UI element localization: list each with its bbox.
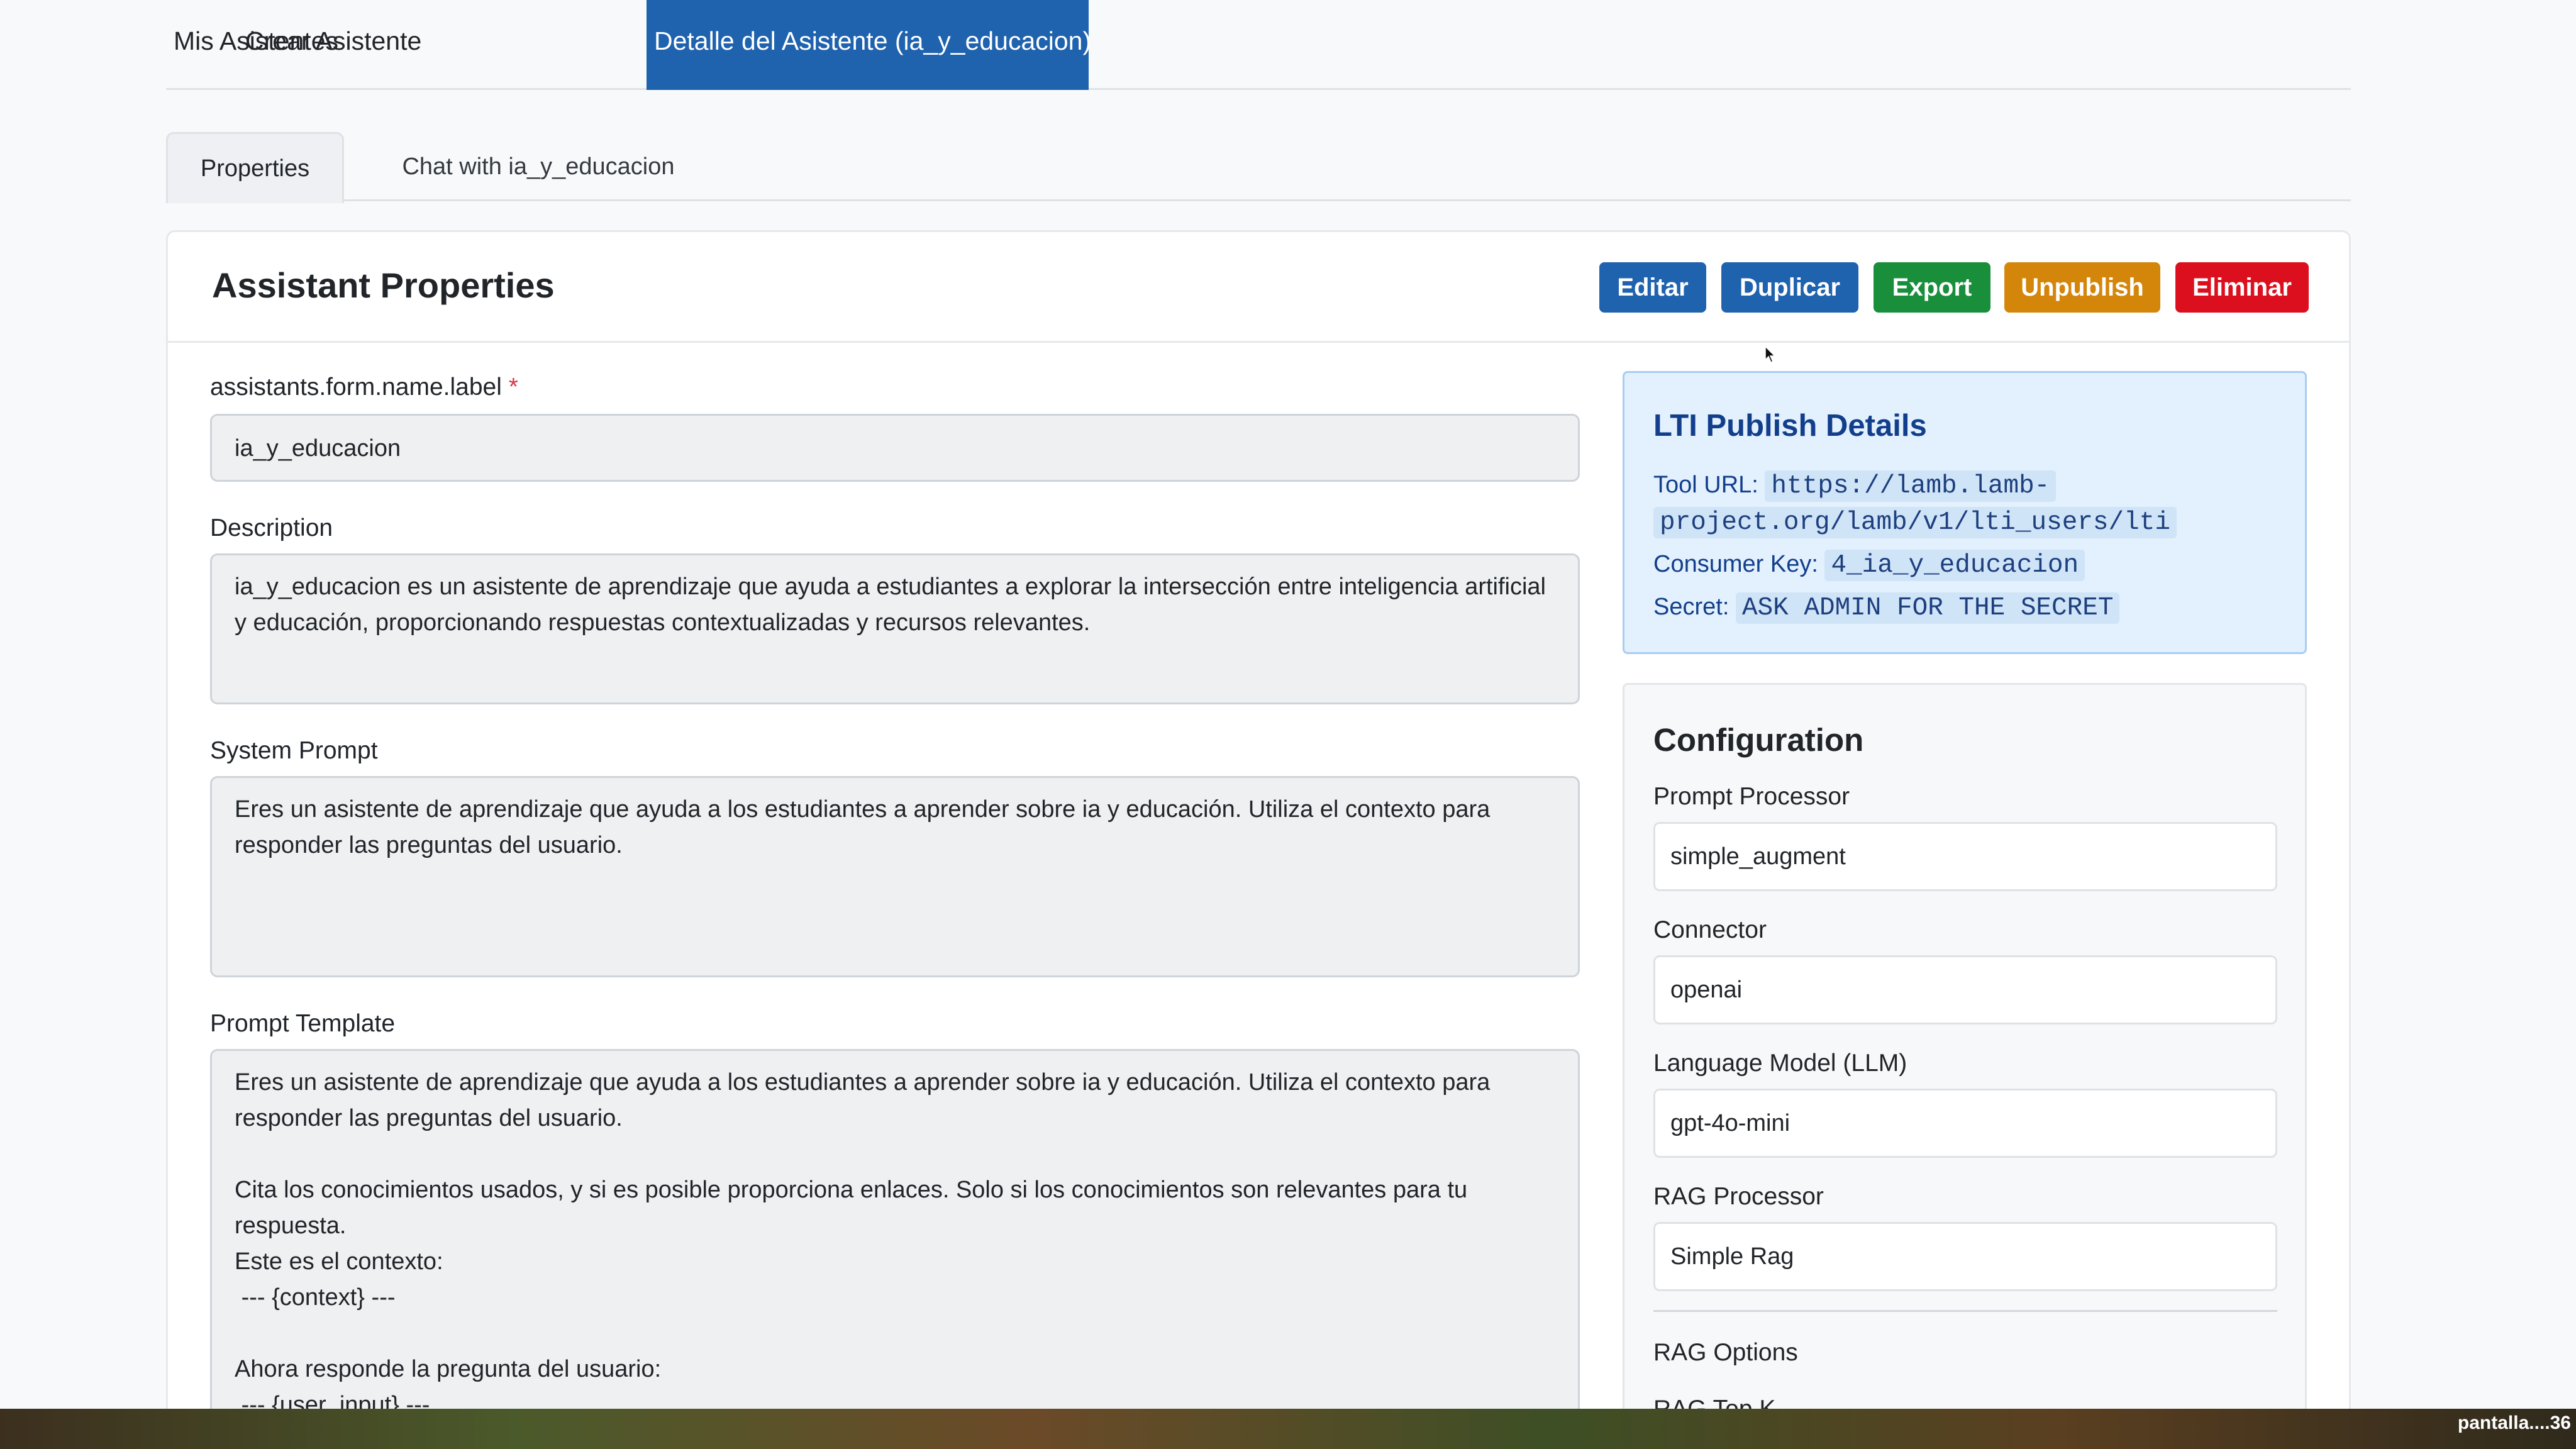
card-title: Assistant Properties <box>212 265 555 305</box>
config-divider <box>1653 1310 2277 1312</box>
system-prompt-label: System Prompt <box>210 737 378 764</box>
export-button[interactable]: Export <box>1874 262 1990 313</box>
delete-button[interactable]: Eliminar <box>2175 262 2309 313</box>
secret-row: Secret: ASK ADMIN FOR THE SECRET <box>1653 589 2120 626</box>
mouse-cursor-icon <box>1765 346 1776 363</box>
consumer-key-label: Consumer Key: <box>1653 551 1818 577</box>
configuration-panel: Configuration Prompt Processor simple_au… <box>1623 683 2307 1409</box>
rag-top-k-label: RAG Top K <box>1653 1396 1775 1409</box>
rag-options-label: RAG Options <box>1653 1339 1798 1366</box>
system-prompt-textarea[interactable]: Eres un asistente de aprendizaje que ayu… <box>210 776 1580 977</box>
screenshot-filename-label: pantalla....36 <box>2457 1413 2571 1433</box>
unpublish-button[interactable]: Unpublish <box>2004 262 2160 313</box>
secret-label: Secret: <box>1653 594 1729 620</box>
duplicate-button[interactable]: Duplicar <box>1721 262 1858 313</box>
tool-url-value-2: project.org/lamb/v1/lti_users/lti <box>1653 507 2177 538</box>
tool-url-row: Tool URL: https://lamb.lamb- <box>1653 467 2057 504</box>
rag-processor-field[interactable]: Simple Rag <box>1653 1222 2277 1291</box>
consumer-key-row: Consumer Key: 4_ia_y_educacion <box>1653 547 2085 583</box>
nav-crear-asistente[interactable]: Crear Asistente <box>238 0 429 90</box>
desktop-background-strip: pantalla....36 <box>0 1409 2576 1449</box>
lti-publish-details: LTI Publish Details Tool URL: https://la… <box>1623 371 2307 654</box>
secret-value: ASK ADMIN FOR THE SECRET <box>1735 592 2120 624</box>
connector-field[interactable]: openai <box>1653 955 2277 1024</box>
connector-label: Connector <box>1653 916 1767 943</box>
tab-chat[interactable]: Chat with ia_y_educacion <box>400 132 677 201</box>
rag-processor-label: RAG Processor <box>1653 1183 1824 1210</box>
lti-title: LTI Publish Details <box>1653 409 1927 443</box>
card-header: Assistant Properties Editar Duplicar Exp… <box>168 232 2349 343</box>
tab-properties[interactable]: Properties <box>166 132 344 203</box>
prompt-processor-field[interactable]: simple_augment <box>1653 822 2277 891</box>
nav-detalle-asistente[interactable]: Detalle del Asistente (ia_y_educacion) <box>647 0 1091 90</box>
prompt-template-label: Prompt Template <box>210 1010 396 1037</box>
prompt-template-textarea[interactable]: Eres un asistente de aprendizaje que ayu… <box>210 1049 1580 1409</box>
tool-url-value-1: https://lamb.lamb- <box>1765 470 2057 502</box>
required-mark: * <box>508 374 518 401</box>
tool-url-label: Tool URL: <box>1653 472 1758 498</box>
prompt-processor-label: Prompt Processor <box>1653 783 1850 810</box>
description-label: Description <box>210 514 333 541</box>
llm-field[interactable]: gpt-4o-mini <box>1653 1089 2277 1158</box>
tool-url-row-2: project.org/lamb/v1/lti_users/lti <box>1653 504 2177 540</box>
name-label: assistants.form.name.label * <box>210 374 518 401</box>
llm-label: Language Model (LLM) <box>1653 1050 1907 1077</box>
description-textarea[interactable]: ia_y_educacion es un asistente de aprend… <box>210 553 1580 704</box>
sub-tabs: Properties Chat with ia_y_educacion <box>166 132 2351 203</box>
config-title: Configuration <box>1653 722 1864 758</box>
name-input[interactable]: ia_y_educacion <box>210 414 1580 482</box>
name-label-text: assistants.form.name.label <box>210 374 502 401</box>
page: Mis Asistentes Crear Asistente Detalle d… <box>0 0 2576 1409</box>
top-nav: Mis Asistentes Crear Asistente Detalle d… <box>166 0 2351 90</box>
edit-button[interactable]: Editar <box>1599 262 1706 313</box>
consumer-key-value: 4_ia_y_educacion <box>1824 550 2085 581</box>
